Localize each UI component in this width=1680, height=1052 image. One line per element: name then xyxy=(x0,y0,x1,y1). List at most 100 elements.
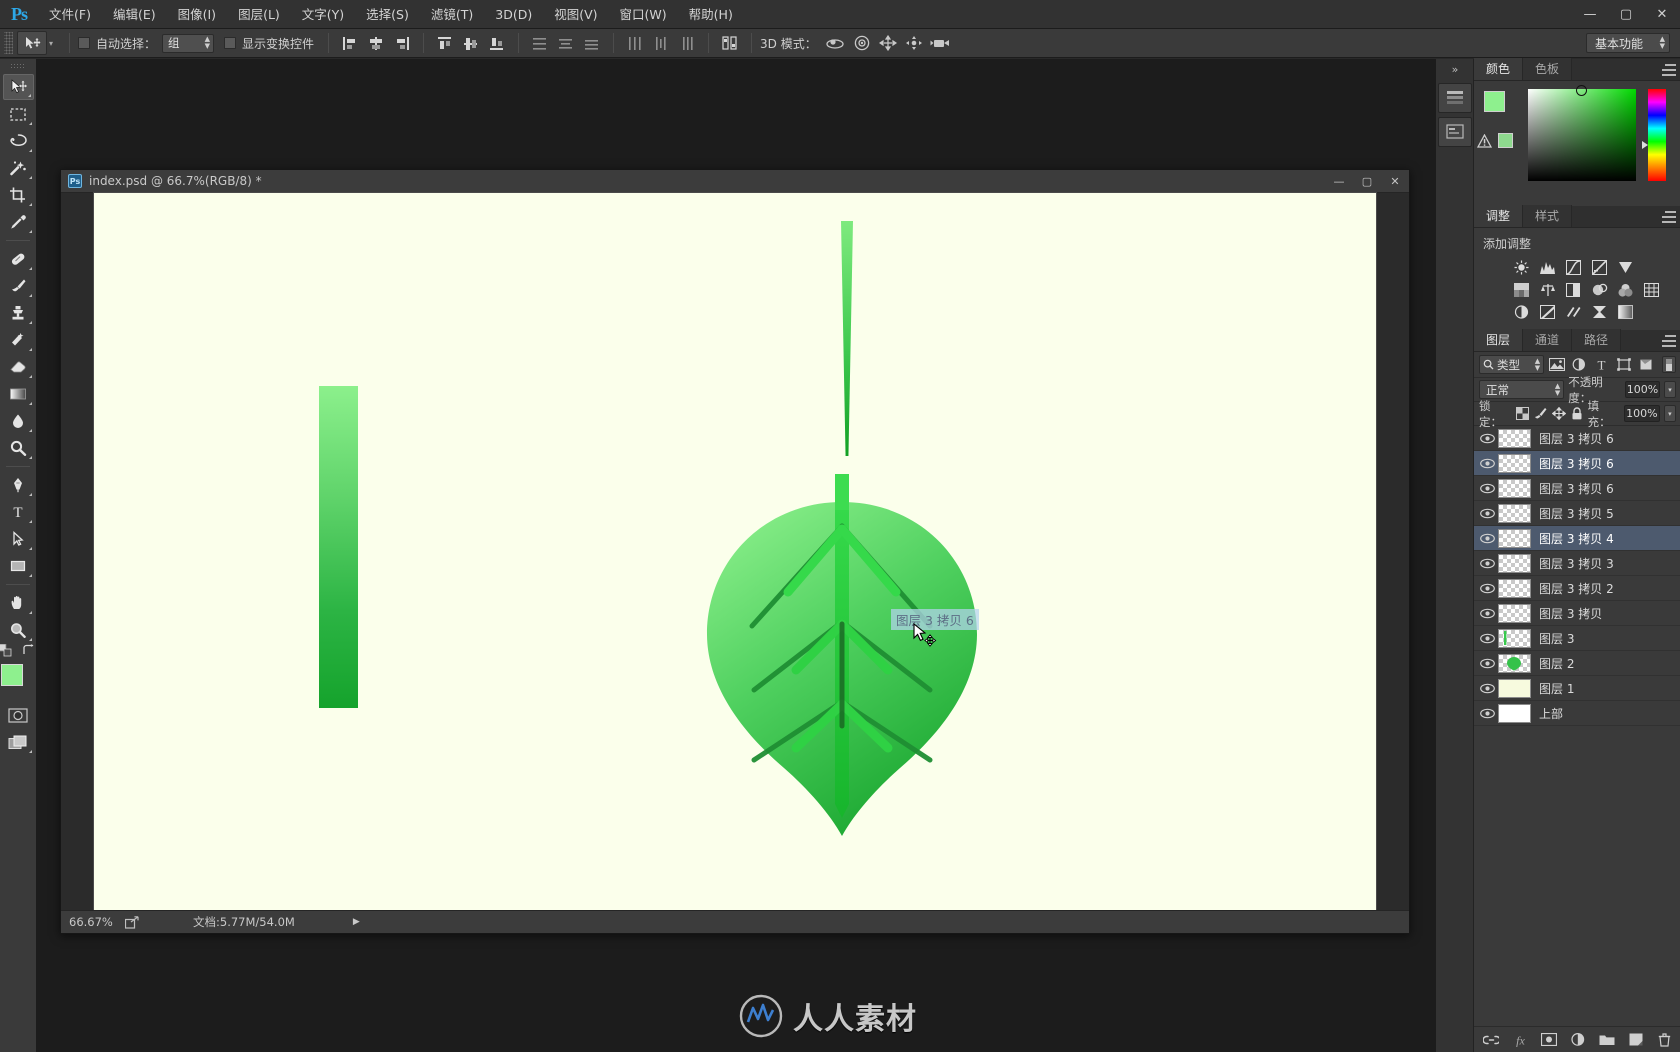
color-swatches[interactable] xyxy=(1,664,35,698)
opacity-value-field[interactable]: 100% xyxy=(1624,381,1660,398)
default-colors-icon[interactable] xyxy=(0,644,14,657)
filter-pixel-icon[interactable] xyxy=(1547,356,1566,373)
eye-icon[interactable] xyxy=(1476,533,1498,544)
delete-icon[interactable] xyxy=(1657,1032,1673,1048)
menu-image[interactable]: 图像(I) xyxy=(167,0,227,29)
tab-styles[interactable]: 样式 xyxy=(1523,205,1573,227)
lock-image-pixels-icon[interactable] xyxy=(1533,406,1547,421)
fx-icon[interactable]: fx xyxy=(1512,1032,1528,1048)
quick-mask-mode-button[interactable] xyxy=(3,702,34,728)
mask-icon[interactable] xyxy=(1540,1032,1557,1048)
hue-slider[interactable] xyxy=(1642,89,1666,181)
photo-filter-icon[interactable] xyxy=(1591,282,1608,297)
eye-icon[interactable] xyxy=(1476,683,1498,694)
table-row[interactable]: 图层 3 拷贝 3 xyxy=(1474,551,1680,576)
document-minimize-button[interactable]: — xyxy=(1325,170,1353,193)
layer-filter-kind-dropdown[interactable]: 类型 ▲ ▼ xyxy=(1479,355,1545,374)
layer-thumbnail[interactable] xyxy=(1498,428,1531,448)
foreground-color-swatch[interactable] xyxy=(1,664,23,686)
filter-shape-icon[interactable] xyxy=(1614,356,1633,373)
share-icon[interactable] xyxy=(125,915,139,929)
align-right-edges-button[interactable] xyxy=(391,33,413,54)
in-gamut-swatch[interactable] xyxy=(1498,133,1513,148)
rectangle-shape-tool[interactable] xyxy=(3,553,34,579)
eye-icon[interactable] xyxy=(1476,558,1498,569)
eraser-tool[interactable] xyxy=(3,354,34,380)
table-row[interactable]: 图层 3 拷贝 4 xyxy=(1474,526,1680,551)
blur-tool[interactable] xyxy=(3,408,34,434)
leaf-artwork[interactable] xyxy=(692,474,992,854)
gradient-bar-artwork[interactable] xyxy=(319,386,358,708)
zoom-tool[interactable] xyxy=(3,617,34,643)
fill-slider-caret-icon[interactable]: ▾ xyxy=(1663,405,1676,422)
clone-stamp-tool[interactable] xyxy=(3,300,34,326)
exposure-icon[interactable] xyxy=(1591,260,1608,275)
table-row[interactable]: 图层 3 拷贝 6 xyxy=(1474,476,1680,501)
layer-thumbnail[interactable] xyxy=(1498,503,1531,523)
eye-icon[interactable] xyxy=(1476,658,1498,669)
table-row[interactable]: 图层 3 xyxy=(1474,626,1680,651)
layer-thumbnail[interactable] xyxy=(1498,453,1531,473)
menu-edit[interactable]: 编辑(E) xyxy=(102,0,167,29)
color-panel-swatches[interactable] xyxy=(1484,91,1518,125)
black-white-icon[interactable] xyxy=(1565,282,1582,297)
distribute-right-edges-button[interactable] xyxy=(676,33,698,54)
rectangular-marquee-tool[interactable] xyxy=(3,101,34,127)
tab-channels[interactable]: 通道 xyxy=(1523,329,1573,351)
layer-thumbnail[interactable] xyxy=(1498,478,1531,498)
tab-color[interactable]: 颜色 xyxy=(1474,58,1524,80)
filter-enable-toggle[interactable] xyxy=(1661,356,1677,373)
history-panel-icon[interactable] xyxy=(1437,83,1472,113)
lock-transparent-pixels-icon[interactable] xyxy=(1515,406,1529,421)
color-panel-menu-icon[interactable] xyxy=(1662,64,1676,76)
color-lookup-icon[interactable] xyxy=(1643,282,1660,297)
menu-view[interactable]: 视图(V) xyxy=(543,0,608,29)
vibrance-icon[interactable] xyxy=(1617,260,1634,275)
layer-thumbnail[interactable] xyxy=(1498,653,1531,673)
properties-panel-icon[interactable] xyxy=(1437,117,1472,147)
spot-healing-brush-tool[interactable] xyxy=(3,246,34,272)
toolbar-grip[interactable] xyxy=(10,63,26,70)
distribute-horizontal-centers-button[interactable] xyxy=(650,33,672,54)
table-row[interactable]: 图层 3 拷贝 6 xyxy=(1474,451,1680,476)
color-balance-icon[interactable] xyxy=(1539,282,1556,297)
gradient-map-icon[interactable] xyxy=(1617,304,1634,319)
table-row[interactable]: 图层 1 xyxy=(1474,676,1680,701)
group-icon[interactable] xyxy=(1599,1032,1615,1048)
menu-file[interactable]: 文件(F) xyxy=(38,0,102,29)
hand-tool[interactable] xyxy=(3,590,34,616)
rotate-3d-object-icon[interactable] xyxy=(825,33,847,54)
maximize-button[interactable]: ▢ xyxy=(1608,0,1644,29)
layer-thumbnail[interactable] xyxy=(1498,603,1531,623)
expand-panels-icon[interactable]: » xyxy=(1436,59,1474,79)
document-canvas[interactable]: 图层 3 拷贝 6 xyxy=(94,193,1376,911)
workspace-selector[interactable]: 基本功能 ▲ ▼ xyxy=(1586,33,1670,53)
selective-color-icon[interactable] xyxy=(1591,304,1608,319)
magic-wand-tool[interactable] xyxy=(3,155,34,181)
levels-icon[interactable] xyxy=(1539,260,1556,275)
filter-smart-object-icon[interactable] xyxy=(1636,356,1655,373)
tool-preset-caret-icon[interactable]: ▾ xyxy=(49,39,53,48)
layer-thumbnail[interactable] xyxy=(1498,703,1531,723)
options-bar-grip[interactable] xyxy=(4,32,13,54)
eye-icon[interactable] xyxy=(1476,708,1498,719)
table-row[interactable]: 上部 xyxy=(1474,701,1680,726)
invert-icon[interactable] xyxy=(1513,304,1530,319)
lock-all-icon[interactable] xyxy=(1570,406,1584,421)
tab-swatches[interactable]: 色板 xyxy=(1523,58,1573,80)
slide-3d-object-icon[interactable] xyxy=(903,33,925,54)
color-field[interactable] xyxy=(1528,85,1636,181)
lock-position-icon[interactable] xyxy=(1551,406,1566,421)
auto-select-target-dropdown[interactable]: 组 ▲ ▼ xyxy=(162,33,215,53)
screen-mode-button[interactable] xyxy=(3,729,34,755)
hue-saturation-icon[interactable] xyxy=(1513,282,1530,297)
distribute-bottom-edges-button[interactable] xyxy=(581,33,603,54)
table-row[interactable]: 图层 3 拷贝 xyxy=(1474,601,1680,626)
filter-type-icon[interactable]: T xyxy=(1592,356,1611,373)
tab-layers[interactable]: 图层 xyxy=(1474,329,1524,351)
eye-icon[interactable] xyxy=(1476,483,1498,494)
filter-adjustment-icon[interactable] xyxy=(1569,356,1588,373)
align-vertical-centers-button[interactable] xyxy=(460,33,482,54)
layer-thumbnail[interactable] xyxy=(1498,553,1531,573)
posterize-icon[interactable] xyxy=(1539,304,1556,319)
